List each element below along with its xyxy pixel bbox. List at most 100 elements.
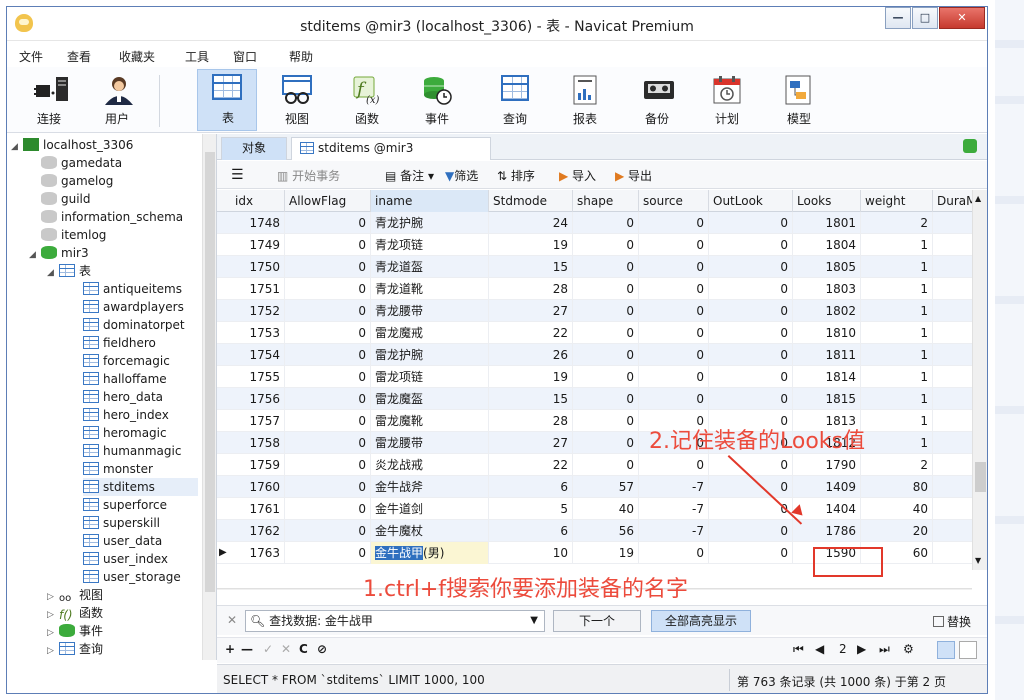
- close-find-icon[interactable]: ✕: [227, 613, 237, 627]
- column-header[interactable]: iname: [371, 190, 489, 212]
- add-record-icon[interactable]: +: [225, 642, 235, 656]
- settings-gear-icon[interactable]: ⚙: [903, 642, 914, 656]
- table-cell[interactable]: 0: [709, 454, 793, 476]
- table-row[interactable]: 1759 0 炎龙战戒 22 0 0 0 1790 2: [217, 454, 972, 476]
- refresh-icon[interactable]: [963, 139, 977, 153]
- import-button[interactable]: ▶ 导入: [559, 167, 596, 184]
- table-cell[interactable]: 1752: [231, 300, 285, 322]
- table-cell[interactable]: 0: [285, 498, 371, 520]
- table-cell[interactable]: 0: [639, 234, 709, 256]
- table-cell[interactable]: 1: [861, 388, 933, 410]
- tree-views[interactable]: ▷ oo 视图: [47, 586, 103, 604]
- table-cell[interactable]: 0: [285, 278, 371, 300]
- table-cell[interactable]: 2: [861, 454, 933, 476]
- table-cell[interactable]: 1761: [231, 498, 285, 520]
- begin-transaction-button[interactable]: ▥ 开始事务: [277, 167, 340, 184]
- table-cell[interactable]: 0: [285, 300, 371, 322]
- menu-help[interactable]: 帮助: [289, 48, 313, 65]
- tree-table-item[interactable]: stditems: [83, 478, 198, 496]
- table-cell[interactable]: 0: [709, 498, 793, 520]
- column-header[interactable]: OutLook: [709, 190, 793, 212]
- menu-favorites[interactable]: 收藏夹: [119, 48, 155, 65]
- table-row[interactable]: 1756 0 雷龙魔盔 15 0 0 0 1815 1: [217, 388, 972, 410]
- tree-table-item[interactable]: dominatorpet: [83, 316, 198, 334]
- column-header[interactable]: AllowFlag: [285, 190, 371, 212]
- grid-vertical-scrollbar[interactable]: ▲ ▼: [972, 190, 987, 570]
- table-cell[interactable]: 28: [489, 410, 573, 432]
- table-cell[interactable]: 1804: [793, 234, 861, 256]
- table-cell[interactable]: 0: [639, 212, 709, 234]
- table-cell[interactable]: 20: [861, 520, 933, 542]
- table-cell[interactable]: 1409: [793, 476, 861, 498]
- table-cell[interactable]: 0: [573, 234, 639, 256]
- table-cell[interactable]: 1763: [231, 542, 285, 564]
- table-row[interactable]: 1748 0 青龙护腕 24 0 0 0 1801 2: [217, 212, 972, 234]
- tree-connection[interactable]: ◢ localhost_3306: [11, 136, 133, 154]
- apply-icon[interactable]: ✓: [263, 642, 273, 656]
- menu-window[interactable]: 窗口: [233, 48, 257, 65]
- tree-table-item[interactable]: user_data: [83, 532, 198, 550]
- toolbar-model-button[interactable]: 模型: [769, 71, 829, 131]
- form-view-icon[interactable]: [959, 641, 977, 659]
- expand-icon[interactable]: ▷: [47, 642, 59, 660]
- table-cell[interactable]: 27: [489, 432, 573, 454]
- tree-table-item[interactable]: superforce: [83, 496, 198, 514]
- table-row[interactable]: 17610金牛道剑540-70140440: [217, 498, 972, 520]
- table-cell[interactable]: 80: [861, 476, 933, 498]
- table-cell[interactable]: 1786: [793, 520, 861, 542]
- table-cell[interactable]: 19: [489, 234, 573, 256]
- table-cell[interactable]: 雷龙项链: [371, 366, 489, 388]
- table-cell[interactable]: 0: [573, 432, 639, 454]
- table-cell[interactable]: 金牛战甲(男): [371, 542, 489, 564]
- stop-icon[interactable]: ⊘: [317, 642, 327, 656]
- next-page-icon[interactable]: ▶: [857, 642, 866, 656]
- table-cell[interactable]: 雷龙腰带: [371, 432, 489, 454]
- chevron-down-icon[interactable]: ▼: [530, 611, 538, 631]
- tree-table-item[interactable]: humanmagic: [83, 442, 198, 460]
- discard-icon[interactable]: ✕: [281, 642, 291, 656]
- tree-table-item[interactable]: monster: [83, 460, 198, 478]
- toolbar-event-button[interactable]: 事件: [407, 71, 467, 131]
- toolbar-table-button[interactable]: 表: [197, 69, 257, 131]
- table-cell[interactable]: 0: [285, 410, 371, 432]
- table-cell[interactable]: 1760: [231, 476, 285, 498]
- toolbar-report-button[interactable]: 报表: [555, 71, 615, 131]
- highlight-all-button[interactable]: 全部高亮显示: [651, 610, 751, 632]
- table-cell[interactable]: 0: [285, 256, 371, 278]
- table-cell[interactable]: 1762: [231, 520, 285, 542]
- scroll-up-icon[interactable]: ▲: [975, 194, 981, 203]
- table-cell[interactable]: 24: [489, 212, 573, 234]
- table-cell[interactable]: 0: [709, 388, 793, 410]
- column-header[interactable]: DuraM: [933, 190, 973, 212]
- column-header[interactable]: idx: [231, 190, 285, 212]
- toolbar-user-button[interactable]: 用户: [87, 71, 147, 131]
- tab-stditems[interactable]: stditems @mir3 (localhost_3...: [291, 137, 491, 176]
- table-cell[interactable]: 0: [639, 388, 709, 410]
- page-number[interactable]: 2: [839, 642, 847, 656]
- last-page-icon[interactable]: ⏭: [879, 642, 890, 657]
- table-cell[interactable]: 15: [489, 388, 573, 410]
- find-input[interactable]: 🔍︎ 查找数据: 金牛战甲 ▼: [245, 610, 545, 632]
- table-cell[interactable]: 1749: [231, 234, 285, 256]
- collapse-icon[interactable]: ◢: [47, 264, 59, 282]
- table-cell[interactable]: 0: [285, 234, 371, 256]
- table-cell[interactable]: 1805: [793, 256, 861, 278]
- table-cell[interactable]: 0: [285, 212, 371, 234]
- menu-view[interactable]: 查看: [67, 48, 91, 65]
- delete-record-icon[interactable]: —: [241, 642, 253, 656]
- table-cell[interactable]: 1: [861, 234, 933, 256]
- table-cell[interactable]: 0: [573, 344, 639, 366]
- table-cell[interactable]: 1750: [231, 256, 285, 278]
- minimize-button[interactable]: —: [885, 7, 911, 29]
- table-cell[interactable]: 0: [709, 476, 793, 498]
- tree-table-item[interactable]: user_storage: [83, 568, 198, 586]
- table-cell[interactable]: 0: [709, 542, 793, 564]
- table-cell[interactable]: 金牛战斧: [371, 476, 489, 498]
- table-cell[interactable]: 0: [573, 388, 639, 410]
- tree-db[interactable]: information_schema: [41, 208, 183, 226]
- tree-table-item[interactable]: hero_data: [83, 388, 198, 406]
- table-cell[interactable]: 1754: [231, 344, 285, 366]
- table-cell[interactable]: 0: [709, 344, 793, 366]
- sort-button[interactable]: ⇅ 排序: [497, 167, 535, 184]
- table-cell[interactable]: 雷龙魔戒: [371, 322, 489, 344]
